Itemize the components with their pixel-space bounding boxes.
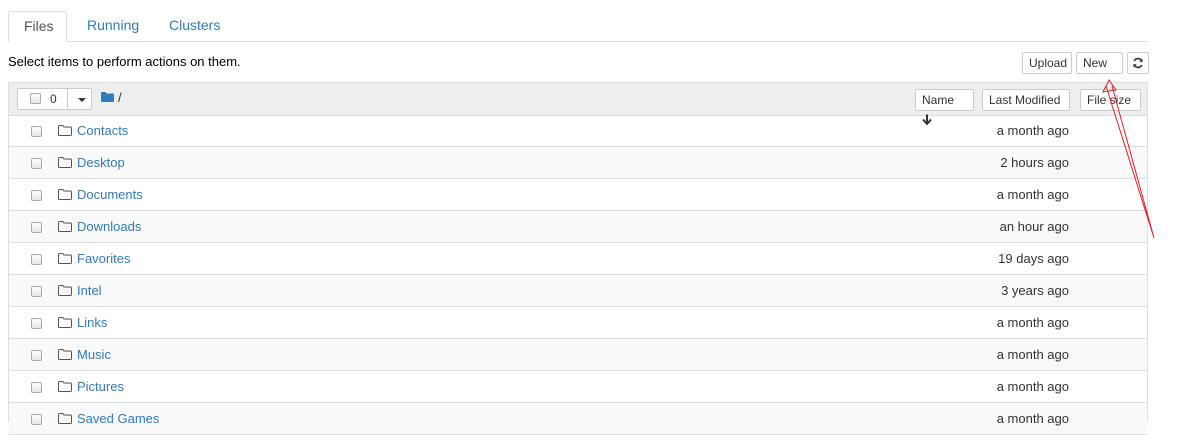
sort-name-button[interactable]: Name bbox=[915, 89, 974, 126]
tab-clusters[interactable]: Clusters bbox=[154, 11, 235, 41]
item-name-link[interactable]: Downloads bbox=[77, 219, 141, 234]
item-name-link[interactable]: Music bbox=[77, 347, 111, 362]
item-name-link[interactable]: Intel bbox=[77, 283, 102, 298]
new-button[interactable]: New bbox=[1076, 52, 1123, 86]
folder-icon bbox=[58, 157, 72, 168]
sort-modified-button[interactable]: Last Modified bbox=[982, 89, 1070, 111]
item-modified: a month ago bbox=[996, 379, 1069, 394]
list-item[interactable]: Links a month ago bbox=[9, 307, 1147, 339]
row-checkbox[interactable] bbox=[31, 126, 42, 137]
upload-button[interactable]: Upload bbox=[1022, 52, 1072, 74]
folder-icon[interactable] bbox=[101, 92, 114, 102]
folder-icon bbox=[58, 285, 72, 296]
row-checkbox[interactable] bbox=[31, 350, 42, 361]
instructions-text: Select items to perform actions on them. bbox=[8, 54, 241, 69]
breadcrumb-root[interactable]: / bbox=[118, 90, 122, 105]
folder-icon bbox=[58, 349, 72, 360]
item-modified: 3 years ago bbox=[1001, 283, 1069, 298]
item-name-link[interactable]: Contacts bbox=[77, 123, 128, 138]
tab-bar: Files Running Clusters bbox=[8, 11, 1148, 42]
divider bbox=[67, 89, 68, 109]
row-checkbox[interactable] bbox=[31, 318, 42, 329]
sort-name-label: Name bbox=[922, 93, 955, 107]
list-item[interactable]: Saved Games a month ago bbox=[9, 403, 1147, 435]
item-name-link[interactable]: Pictures bbox=[77, 379, 124, 394]
select-all-checkbox[interactable] bbox=[30, 93, 41, 104]
file-list: 0 / Name Last Modified File size Contact… bbox=[8, 82, 1148, 435]
folder-icon bbox=[58, 221, 72, 232]
sort-size-button[interactable]: File size bbox=[1080, 89, 1141, 111]
item-modified: an hour ago bbox=[999, 219, 1069, 234]
list-item[interactable]: Desktop 2 hours ago bbox=[9, 147, 1147, 179]
list-item[interactable]: Downloads an hour ago bbox=[9, 211, 1147, 243]
item-name-link[interactable]: Favorites bbox=[77, 251, 130, 266]
row-checkbox[interactable] bbox=[31, 190, 42, 201]
row-checkbox[interactable] bbox=[31, 222, 42, 233]
row-checkbox[interactable] bbox=[31, 254, 42, 265]
folder-icon bbox=[58, 317, 72, 328]
select-dropdown[interactable]: 0 bbox=[17, 88, 92, 110]
list-item[interactable]: Documents a month ago bbox=[9, 179, 1147, 211]
item-modified: 19 days ago bbox=[998, 251, 1069, 266]
list-item[interactable]: Music a month ago bbox=[9, 339, 1147, 371]
item-modified: a month ago bbox=[996, 315, 1069, 330]
folder-icon bbox=[58, 381, 72, 392]
item-modified: a month ago bbox=[996, 187, 1069, 202]
list-item[interactable]: Intel 3 years ago bbox=[9, 275, 1147, 307]
refresh-icon bbox=[1133, 57, 1143, 69]
refresh-button[interactable] bbox=[1127, 52, 1149, 74]
list-item[interactable]: Pictures a month ago bbox=[9, 371, 1147, 403]
item-name-link[interactable]: Desktop bbox=[77, 155, 125, 170]
item-modified: a month ago bbox=[996, 123, 1069, 138]
item-modified: a month ago bbox=[996, 347, 1069, 362]
tab-files[interactable]: Files bbox=[8, 11, 67, 42]
item-name-link[interactable]: Documents bbox=[77, 187, 143, 202]
chevron-down-icon[interactable] bbox=[78, 98, 86, 102]
list-item[interactable]: Favorites 19 days ago bbox=[9, 243, 1147, 275]
row-checkbox[interactable] bbox=[31, 382, 42, 393]
item-modified: 2 hours ago bbox=[1000, 155, 1069, 170]
folder-icon bbox=[58, 189, 72, 200]
selected-count: 0 bbox=[50, 92, 57, 106]
new-button-label: New bbox=[1083, 56, 1108, 70]
item-name-link[interactable]: Links bbox=[77, 315, 107, 330]
folder-icon bbox=[58, 253, 72, 264]
row-checkbox[interactable] bbox=[31, 158, 42, 169]
row-checkbox[interactable] bbox=[31, 286, 42, 297]
list-header: 0 / Name Last Modified File size bbox=[9, 83, 1147, 126]
folder-icon bbox=[58, 125, 72, 136]
row-checkbox[interactable] bbox=[31, 414, 42, 425]
tab-running[interactable]: Running bbox=[72, 11, 154, 41]
list-item[interactable]: Contacts a month ago bbox=[9, 115, 1147, 147]
